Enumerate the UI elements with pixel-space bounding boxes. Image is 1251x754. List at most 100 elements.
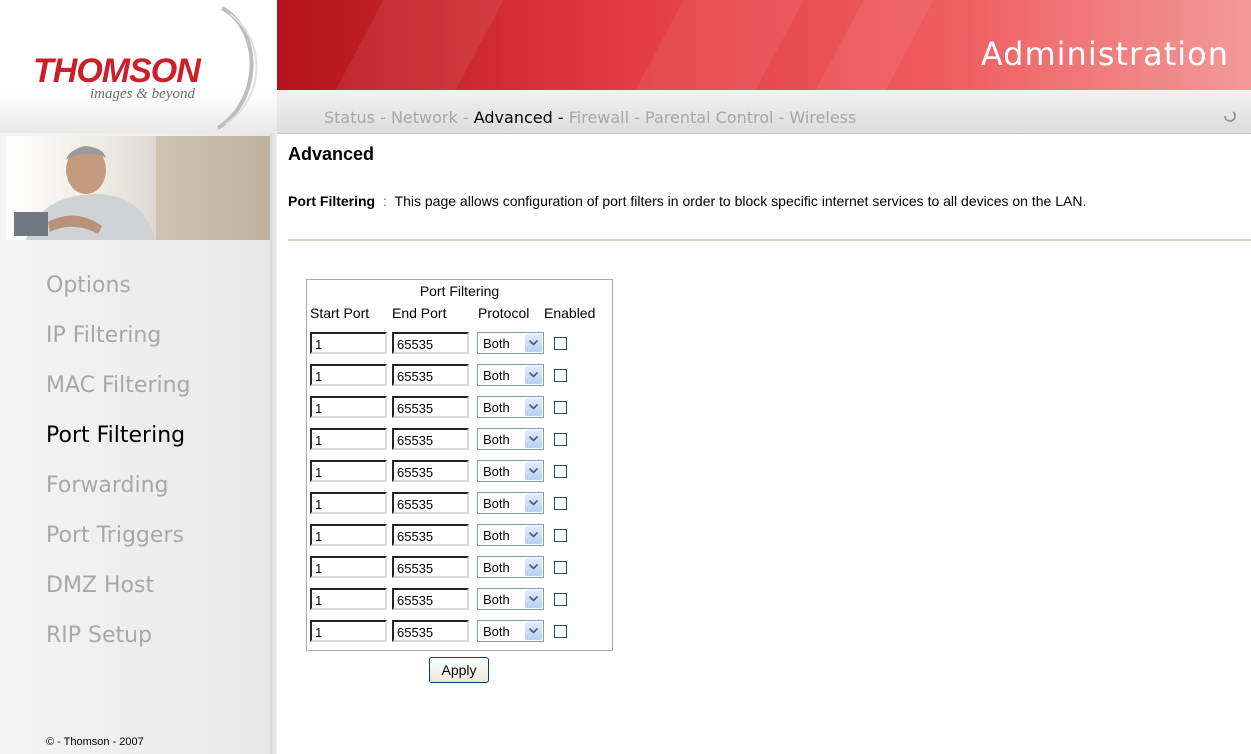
start-port-input[interactable]: 1 [310, 492, 387, 514]
start-port-input[interactable]: 1 [310, 428, 387, 450]
nav-separator: - [634, 108, 640, 127]
table-row: 1 65535 Both [307, 492, 612, 524]
enabled-checkbox[interactable] [554, 593, 567, 606]
nav-separator: - [557, 108, 564, 127]
header-enabled: Enabled [544, 305, 596, 321]
end-port-input[interactable]: 65535 [392, 588, 469, 610]
protocol-select[interactable]: Both [477, 460, 544, 482]
enabled-checkbox[interactable] [554, 337, 567, 350]
enabled-checkbox[interactable] [554, 561, 567, 574]
table-row: 1 65535 Both [307, 556, 612, 588]
nav-items: Status - Network - Advanced - Firewall -… [324, 108, 856, 127]
enabled-checkbox[interactable] [554, 433, 567, 446]
end-port-input[interactable]: 65535 [392, 428, 469, 450]
start-port-input[interactable]: 1 [310, 620, 387, 642]
nav-parental-control[interactable]: Parental Control [645, 108, 773, 127]
nav-network[interactable]: Network [391, 108, 458, 127]
copyright: © - Thomson - 2007 [46, 736, 144, 748]
sidebar-item-port-filtering[interactable]: Port Filtering [46, 420, 191, 470]
end-port-input[interactable]: 65535 [392, 460, 469, 482]
protocol-value: Both [483, 464, 510, 479]
enabled-checkbox[interactable] [554, 369, 567, 382]
table-row: 1 65535 Both [307, 460, 612, 492]
sidebar-menu: Options IP Filtering MAC Filtering Port … [46, 270, 191, 670]
start-port-input[interactable]: 1 [310, 396, 387, 418]
protocol-value: Both [483, 496, 510, 511]
start-port-input[interactable]: 1 [310, 524, 387, 546]
protocol-select[interactable]: Both [477, 364, 544, 386]
sidebar-edge [270, 133, 277, 754]
enabled-checkbox[interactable] [554, 529, 567, 542]
sidebar-item-rip-setup[interactable]: RIP Setup [46, 620, 191, 670]
user-photo [6, 136, 270, 240]
enabled-checkbox[interactable] [554, 401, 567, 414]
nav-wireless[interactable]: Wireless [789, 108, 856, 127]
start-port-input[interactable]: 1 [310, 332, 387, 354]
apply-button[interactable]: Apply [429, 657, 489, 683]
table-row: 1 65535 Both [307, 524, 612, 556]
sidebar-item-ip-filtering[interactable]: IP Filtering [46, 320, 191, 370]
protocol-select[interactable]: Both [477, 588, 544, 610]
table-row: 1 65535 Both [307, 428, 612, 460]
dropdown-arrow-icon[interactable] [525, 494, 542, 512]
dropdown-arrow-icon[interactable] [525, 462, 542, 480]
dropdown-arrow-icon[interactable] [525, 622, 542, 640]
protocol-select[interactable]: Both [477, 332, 544, 354]
dropdown-arrow-icon[interactable] [525, 398, 542, 416]
end-port-input[interactable]: 65535 [392, 396, 469, 418]
nav-firewall[interactable]: Firewall [569, 108, 629, 127]
dropdown-arrow-icon[interactable] [525, 366, 542, 384]
table-caption: Port Filtering [419, 283, 500, 299]
table-row: 1 65535 Both [307, 588, 612, 620]
protocol-select[interactable]: Both [477, 556, 544, 578]
protocol-value: Both [483, 368, 510, 383]
protocol-select[interactable]: Both [477, 492, 544, 514]
sidebar-item-port-triggers[interactable]: Port Triggers [46, 520, 191, 570]
table-row: 1 65535 Both [307, 396, 612, 428]
enabled-checkbox[interactable] [554, 497, 567, 510]
protocol-select[interactable]: Both [477, 620, 544, 642]
sidebar-item-forwarding[interactable]: Forwarding [46, 470, 191, 520]
protocol-value: Both [483, 624, 510, 639]
protocol-value: Both [483, 336, 510, 351]
end-port-input[interactable]: 65535 [392, 556, 469, 578]
page-description: Port Filtering : This page allows config… [288, 191, 1243, 211]
description-label: Port Filtering [288, 193, 376, 209]
table-row: 1 65535 Both [307, 364, 612, 396]
start-port-input[interactable]: 1 [310, 460, 387, 482]
end-port-input[interactable]: 65535 [392, 620, 469, 642]
man-with-laptop-image [14, 136, 270, 240]
logo-area: THOMSON images & beyond [0, 0, 277, 133]
end-port-input[interactable]: 65535 [392, 332, 469, 354]
dropdown-arrow-icon[interactable] [525, 430, 542, 448]
sidebar-item-mac-filtering[interactable]: MAC Filtering [46, 370, 191, 420]
sidebar-item-dmz-host[interactable]: DMZ Host [46, 570, 191, 620]
protocol-select[interactable]: Both [477, 428, 544, 450]
sidebar-item-options[interactable]: Options [46, 270, 191, 320]
nav-status[interactable]: Status [324, 108, 375, 127]
nav-advanced[interactable]: Advanced [474, 108, 553, 127]
dropdown-arrow-icon[interactable] [525, 590, 542, 608]
loading-spinner-icon [1224, 111, 1236, 122]
end-port-input[interactable]: 65535 [392, 524, 469, 546]
end-port-input[interactable]: 65535 [392, 492, 469, 514]
protocol-value: Both [483, 560, 510, 575]
enabled-checkbox[interactable] [554, 625, 567, 638]
nav-separator: - [778, 108, 785, 127]
start-port-input[interactable]: 1 [310, 364, 387, 386]
dropdown-arrow-icon[interactable] [525, 334, 542, 352]
top-navigation: Status - Network - Advanced - Firewall -… [277, 90, 1251, 134]
banner-title: Administration [980, 35, 1229, 73]
dropdown-arrow-icon[interactable] [525, 526, 542, 544]
protocol-select[interactable]: Both [477, 524, 544, 546]
protocol-select[interactable]: Both [477, 396, 544, 418]
end-port-input[interactable]: 65535 [392, 364, 469, 386]
header-protocol: Protocol [478, 305, 530, 321]
protocol-value: Both [483, 592, 510, 607]
start-port-input[interactable]: 1 [310, 588, 387, 610]
dropdown-arrow-icon[interactable] [525, 558, 542, 576]
start-port-input[interactable]: 1 [310, 556, 387, 578]
enabled-checkbox[interactable] [554, 465, 567, 478]
description-separator: : [383, 193, 387, 209]
table-row: 1 65535 Both [307, 332, 612, 364]
